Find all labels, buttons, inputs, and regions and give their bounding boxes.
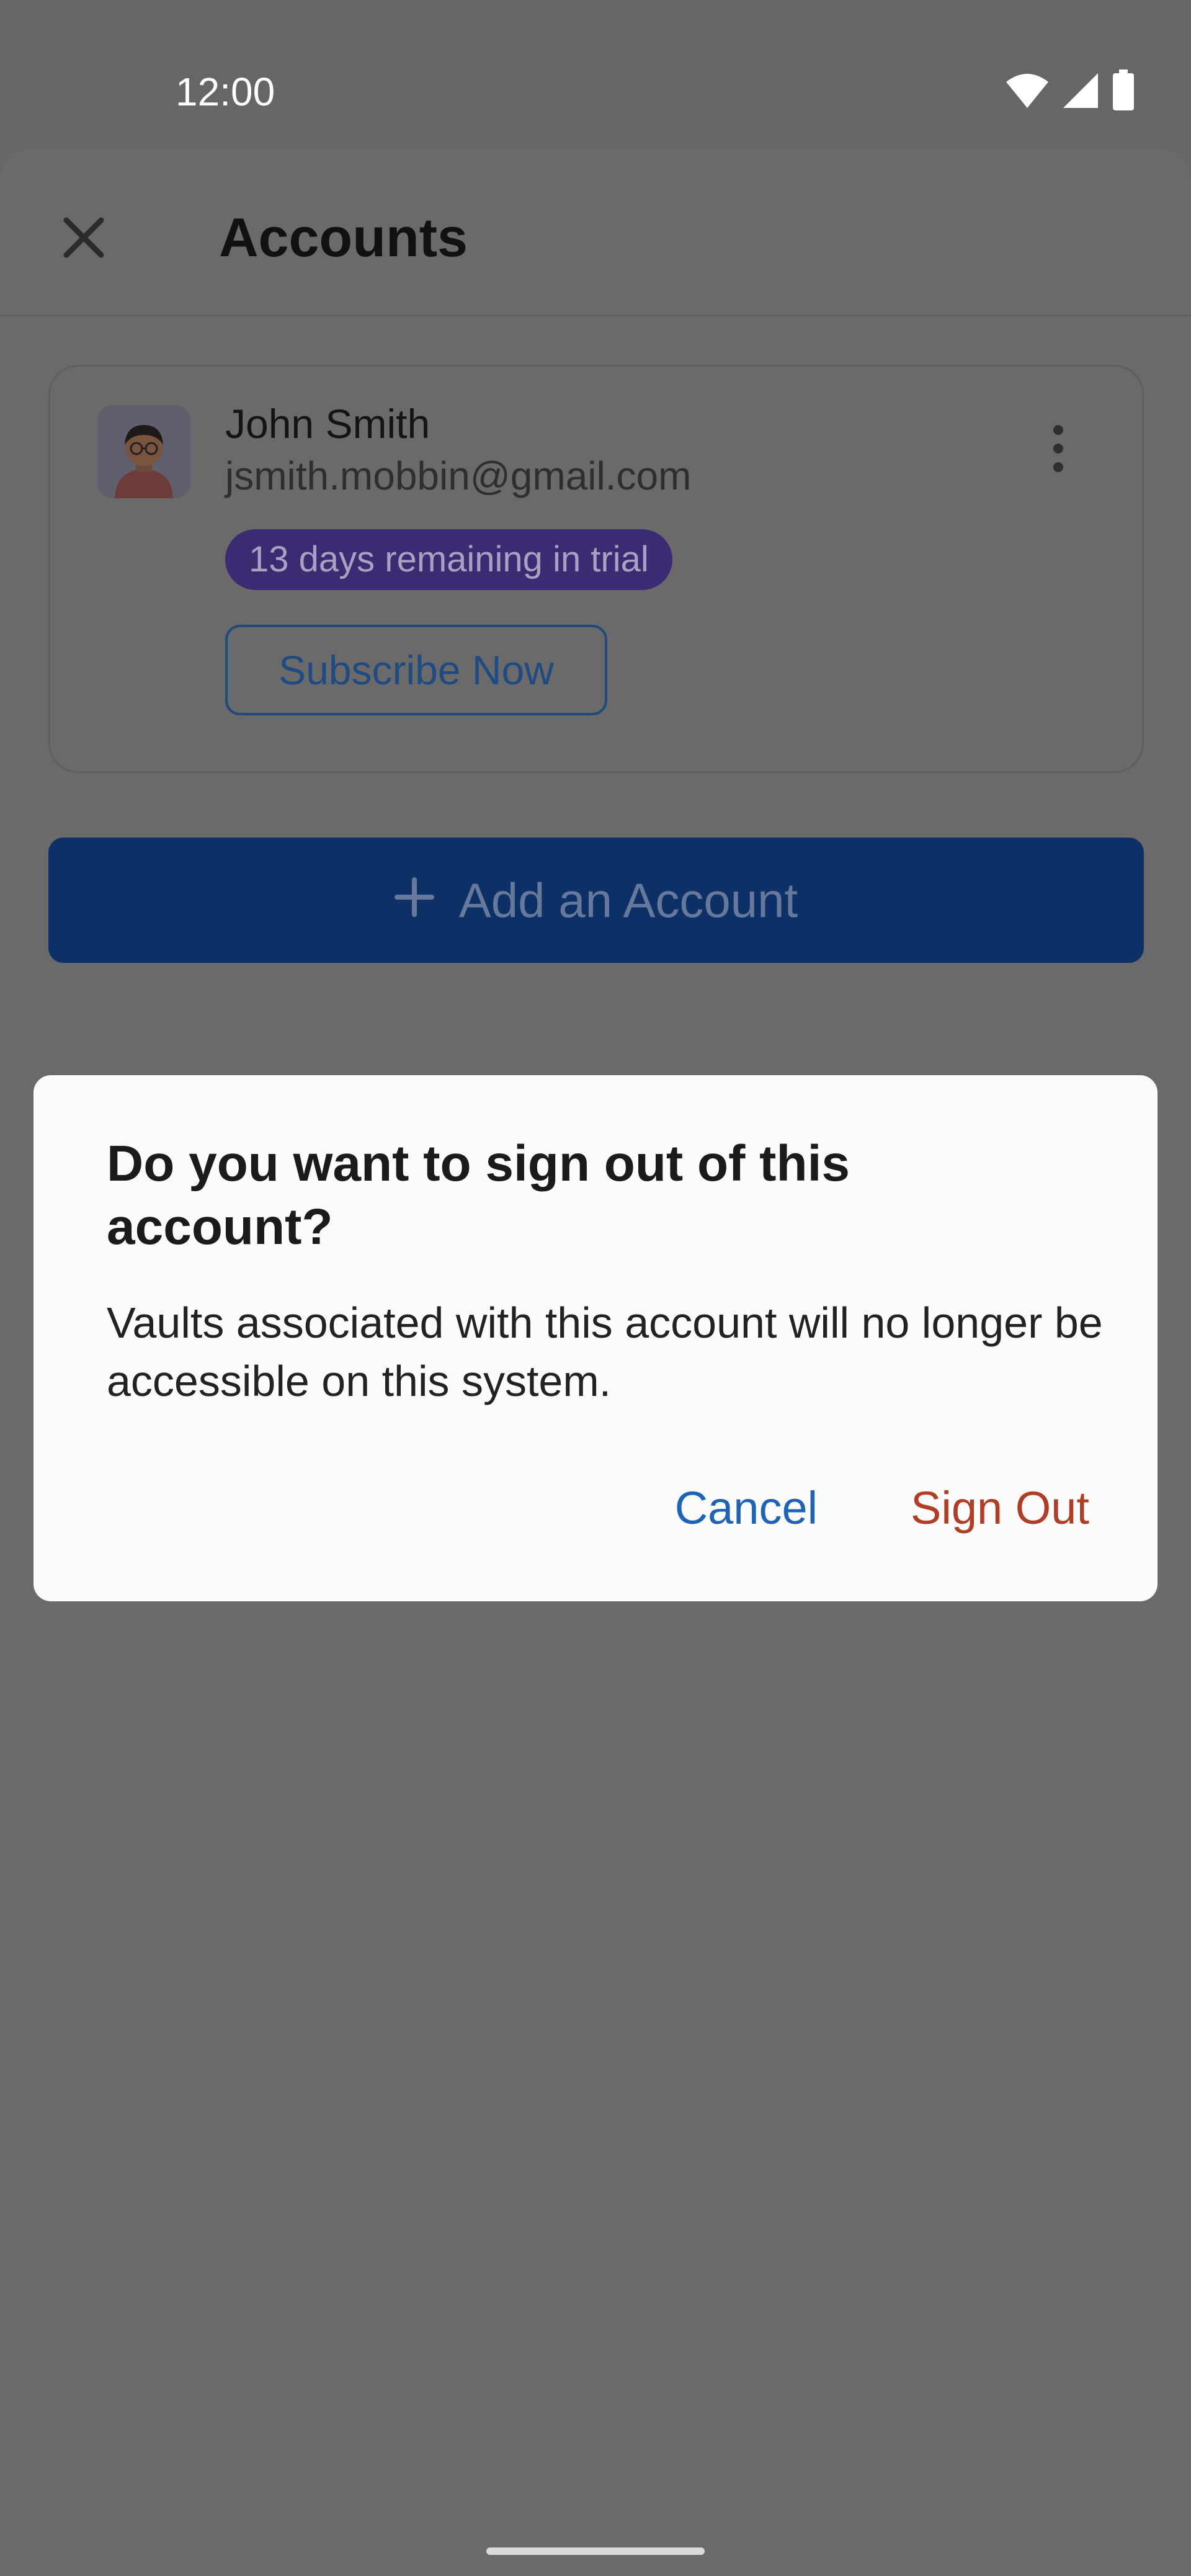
trial-status-badge: 13 days remaining in trial: [225, 529, 672, 590]
add-account-button[interactable]: Add an Account: [48, 838, 1144, 963]
sign-out-button[interactable]: Sign Out: [911, 1482, 1089, 1534]
battery-icon: [1112, 69, 1135, 115]
dialog-actions: Cancel Sign Out: [675, 1467, 1089, 1548]
more-vertical-icon: [1053, 425, 1063, 472]
signal-icon: [1062, 72, 1099, 112]
subscribe-now-button[interactable]: Subscribe Now: [225, 625, 607, 715]
status-time: 12:00: [176, 69, 275, 114]
app-bar: Accounts: [0, 149, 1191, 316]
avatar: [97, 405, 190, 498]
status-bar: 12:00: [0, 0, 1191, 149]
close-button[interactable]: [50, 205, 118, 273]
account-name: John Smith: [225, 401, 430, 447]
status-icons: [1005, 67, 1135, 117]
close-icon: [61, 215, 106, 263]
gesture-navigation-bar[interactable]: [486, 2547, 705, 2555]
plus-icon: [394, 872, 434, 929]
add-account-label: Add an Account: [458, 872, 798, 928]
cancel-button[interactable]: Cancel: [675, 1482, 818, 1534]
dialog-message: Vaults associated with this account will…: [107, 1299, 1103, 1405]
dialog-title: Do you want to sign out of this account?: [107, 1135, 850, 1255]
sign-out-dialog: Do you want to sign out of this account?…: [33, 1075, 1158, 1601]
wifi-icon: [1005, 72, 1050, 112]
account-email: jsmith.mobbin@gmail.com: [225, 454, 692, 498]
account-options-button[interactable]: [1030, 418, 1086, 480]
account-card: John Smith jsmith.mobbin@gmail.com 13 da…: [48, 365, 1144, 773]
page-title: Accounts: [219, 207, 468, 268]
